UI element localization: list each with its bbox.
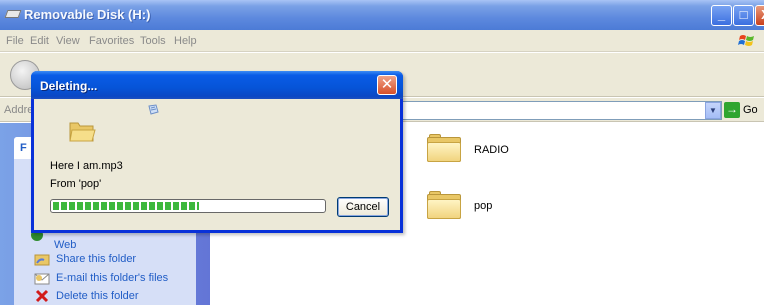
close-button[interactable]: X [755, 5, 764, 26]
flying-document-icon [148, 104, 159, 115]
task-label: Share this folder [56, 253, 137, 265]
go-button[interactable]: → Go [724, 101, 762, 120]
folder-radio-label[interactable]: RADIO [474, 144, 509, 156]
menu-bar: File Edit View Favorites Tools Help [0, 30, 764, 52]
explorer-window: Removable Disk (H:) _ □ X File Edit View… [0, 0, 764, 305]
menu-view[interactable]: View [56, 35, 80, 47]
folder-radio-icon[interactable] [427, 134, 461, 162]
maximize-button[interactable]: □ [733, 5, 754, 26]
deleting-source: From 'pop' [50, 178, 102, 190]
task-label: Web [54, 239, 77, 251]
menu-favorites[interactable]: Favorites [89, 35, 134, 47]
dialog-close-button[interactable]: ✕ [377, 75, 397, 95]
cancel-button[interactable]: Cancel [337, 197, 389, 217]
dialog-titlebar[interactable]: Deleting... ✕ [31, 71, 403, 99]
go-label: Go [743, 104, 758, 116]
address-dropdown-icon[interactable]: ▼ [705, 102, 721, 119]
deleting-filename: Here I am.mp3 [50, 160, 123, 172]
address-label: Addre [4, 104, 34, 116]
progress-fill [53, 202, 199, 210]
address-input[interactable] [400, 101, 722, 120]
menu-help[interactable]: Help [174, 35, 197, 47]
window-title: Removable Disk (H:) [24, 7, 151, 22]
minimize-button[interactable]: _ [711, 5, 732, 26]
task-label: E-mail this folder's files [56, 272, 169, 284]
menu-file[interactable]: File [6, 35, 24, 47]
email-icon [34, 273, 50, 285]
dialog-title: Deleting... [40, 79, 98, 93]
windows-logo-icon [738, 35, 754, 46]
source-folder-icon [69, 122, 96, 142]
delete-x-icon [35, 289, 49, 303]
menu-tools[interactable]: Tools [140, 35, 166, 47]
drive-icon [4, 10, 22, 18]
window-titlebar[interactable]: Removable Disk (H:) [0, 0, 764, 30]
folder-pop-label[interactable]: pop [474, 200, 492, 212]
go-arrow-icon: → [724, 102, 740, 118]
delete-progress-bar [50, 199, 326, 213]
task-label: Delete this folder [56, 290, 139, 302]
share-folder-icon [34, 254, 50, 266]
folder-pop-icon[interactable] [427, 191, 461, 219]
menu-edit[interactable]: Edit [30, 35, 49, 47]
deleting-dialog: Deleting... ✕ Here I am.mp3 From 'pop' C… [31, 71, 403, 233]
